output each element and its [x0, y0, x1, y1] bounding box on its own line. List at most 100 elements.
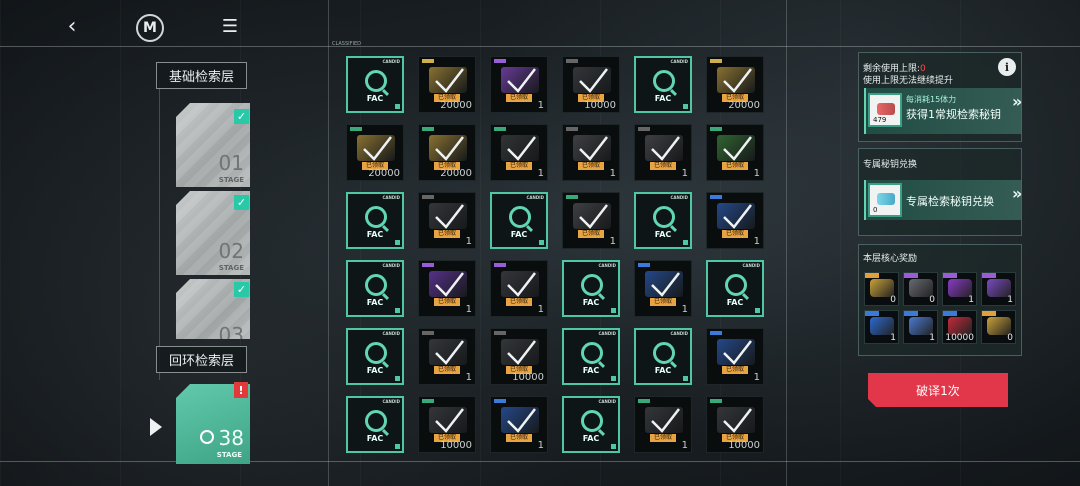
search-ring-icon — [653, 342, 675, 364]
reward-item[interactable]: 已领取 20000 — [706, 56, 764, 113]
alert-badge: ! — [234, 382, 248, 398]
home-menu-button[interactable]: M — [136, 14, 164, 42]
item-count: 1 — [609, 168, 616, 179]
reward-item[interactable]: 已领取 20000 — [346, 124, 404, 181]
fac-node[interactable]: CANDID FAC — [634, 192, 692, 249]
stamina-key-row[interactable]: 479 每消耗15体力 获得1常规检索秘钥 » — [864, 88, 1022, 134]
item-count: 1 — [537, 440, 544, 451]
fac-node[interactable]: CANDID FAC — [346, 56, 404, 113]
cleared-check-icon: ✓ — [234, 109, 249, 124]
search-ring-icon — [365, 206, 387, 228]
collected-label: 已领取 — [506, 162, 532, 170]
reward-item[interactable]: 已领取 1 — [562, 124, 620, 181]
exclusive-title: 专属秘钥兑换 — [863, 160, 918, 170]
reward-item[interactable]: 已领取 1 — [634, 396, 692, 453]
fac-node[interactable]: CANDID FAC — [490, 192, 548, 249]
core-reward-item[interactable]: 1 — [942, 272, 977, 306]
list-button[interactable]: ☰ — [214, 10, 246, 42]
item-count: 1 — [465, 372, 472, 383]
stage-label: STAGE — [216, 451, 242, 459]
fac-node[interactable]: CANDID FAC — [346, 192, 404, 249]
reward-item[interactable]: 已领取 10000 — [490, 328, 548, 385]
reward-item[interactable]: 已领取 1 — [418, 260, 476, 317]
fac-node[interactable]: CANDID FAC — [346, 396, 404, 453]
reward-item[interactable]: 已领取 1 — [634, 124, 692, 181]
reward-item[interactable]: 已领取 1 — [634, 260, 692, 317]
reward-item[interactable]: 已领取 10000 — [562, 56, 620, 113]
reward-count: 1 — [1007, 295, 1013, 305]
core-reward-item[interactable]: 1 — [864, 310, 899, 344]
core-reward-item[interactable]: 1 — [903, 310, 938, 344]
search-ring-icon — [365, 410, 387, 432]
core-reward-item[interactable]: 0 — [864, 272, 899, 306]
reward-item[interactable]: 已领取 1 — [418, 328, 476, 385]
item-count: 10000 — [512, 372, 544, 383]
search-ring-icon — [725, 274, 747, 296]
reward-item[interactable]: 已领取 1 — [706, 124, 764, 181]
fac-label: FAC — [582, 366, 600, 375]
fac-node[interactable]: CANDID FAC — [634, 56, 692, 113]
item-count: 1 — [537, 168, 544, 179]
core-title: 本层核心奖励 — [863, 254, 918, 264]
item-count: 10000 — [728, 440, 760, 451]
fac-tag: CANDID — [526, 195, 544, 200]
collected-label: 已领取 — [506, 298, 532, 306]
fac-label: FAC — [582, 298, 600, 307]
core-reward-item[interactable]: 10000 — [942, 310, 977, 344]
fac-node[interactable]: CANDID FAC — [562, 260, 620, 317]
item-count: 1 — [681, 168, 688, 179]
back-button[interactable]: ‹ — [56, 10, 88, 42]
reward-item[interactable]: 已领取 1 — [562, 192, 620, 249]
grid-header: CLASSIFIED — [332, 41, 361, 47]
exclusive-key-row[interactable]: 0 专属检索秘钥兑换 » — [864, 180, 1022, 220]
cleared-check-icon: ✓ — [234, 195, 249, 210]
list-icon: ☰ — [221, 15, 239, 37]
decode-once-button[interactable]: 破译1次 — [868, 373, 1008, 407]
collected-label: 已领取 — [434, 366, 460, 374]
fac-label: FAC — [366, 366, 384, 375]
reward-item[interactable]: 已领取 10000 — [418, 396, 476, 453]
reward-item[interactable]: 已领取 1 — [490, 56, 548, 113]
chevron-left-icon: ‹ — [67, 13, 77, 39]
remaining-note: 使用上限无法继续提升 — [863, 76, 954, 86]
fac-tag: CANDID — [382, 399, 400, 404]
reward-count: 0 — [1007, 333, 1013, 343]
fac-tag: CANDID — [598, 399, 616, 404]
fac-tag: CANDID — [598, 263, 616, 268]
reward-item[interactable]: 已领取 1 — [418, 192, 476, 249]
fac-node[interactable]: CANDID FAC — [562, 396, 620, 453]
reward-count: 0 — [929, 295, 935, 305]
gain-text: 获得1常规检索秘钥 — [906, 108, 1001, 121]
remaining-limit: 剩余使用上限:0 使用上限无法继续提升 — [863, 64, 954, 86]
fac-node[interactable]: CANDID FAC — [706, 260, 764, 317]
reward-item[interactable]: 已领取 20000 — [418, 56, 476, 113]
reward-item[interactable]: 已领取 1 — [490, 396, 548, 453]
core-reward-item[interactable]: 0 — [903, 272, 938, 306]
search-ring-icon — [365, 342, 387, 364]
fac-node[interactable]: CANDID FAC — [346, 328, 404, 385]
basic-layer-label: 基础检索层 — [156, 62, 248, 89]
fac-node[interactable]: CANDID FAC — [562, 328, 620, 385]
reward-item[interactable]: 已领取 10000 — [706, 396, 764, 453]
fac-label: FAC — [366, 434, 384, 443]
item-count: 1 — [465, 304, 472, 315]
bottom-divider — [0, 461, 1080, 462]
reward-item[interactable]: 已领取 1 — [706, 192, 764, 249]
fac-node[interactable]: CANDID FAC — [346, 260, 404, 317]
exclusive-text: 专属检索秘钥兑换 — [906, 195, 994, 208]
reward-count: 10000 — [945, 333, 974, 343]
loop-icon — [200, 430, 214, 444]
info-button[interactable]: i — [998, 58, 1016, 76]
reward-item[interactable]: 已领取 1 — [490, 260, 548, 317]
core-reward-item[interactable]: 0 — [981, 310, 1016, 344]
fac-label: FAC — [654, 94, 672, 103]
reward-item[interactable]: 已领取 20000 — [418, 124, 476, 181]
collected-label: 已领取 — [578, 162, 604, 170]
reward-item[interactable]: 已领取 1 — [706, 328, 764, 385]
fac-label: FAC — [654, 230, 672, 239]
reward-count: 1 — [890, 333, 896, 343]
fac-node[interactable]: CANDID FAC — [634, 328, 692, 385]
reward-item[interactable]: 已领取 1 — [490, 124, 548, 181]
fac-label: FAC — [366, 298, 384, 307]
core-reward-item[interactable]: 1 — [981, 272, 1016, 306]
